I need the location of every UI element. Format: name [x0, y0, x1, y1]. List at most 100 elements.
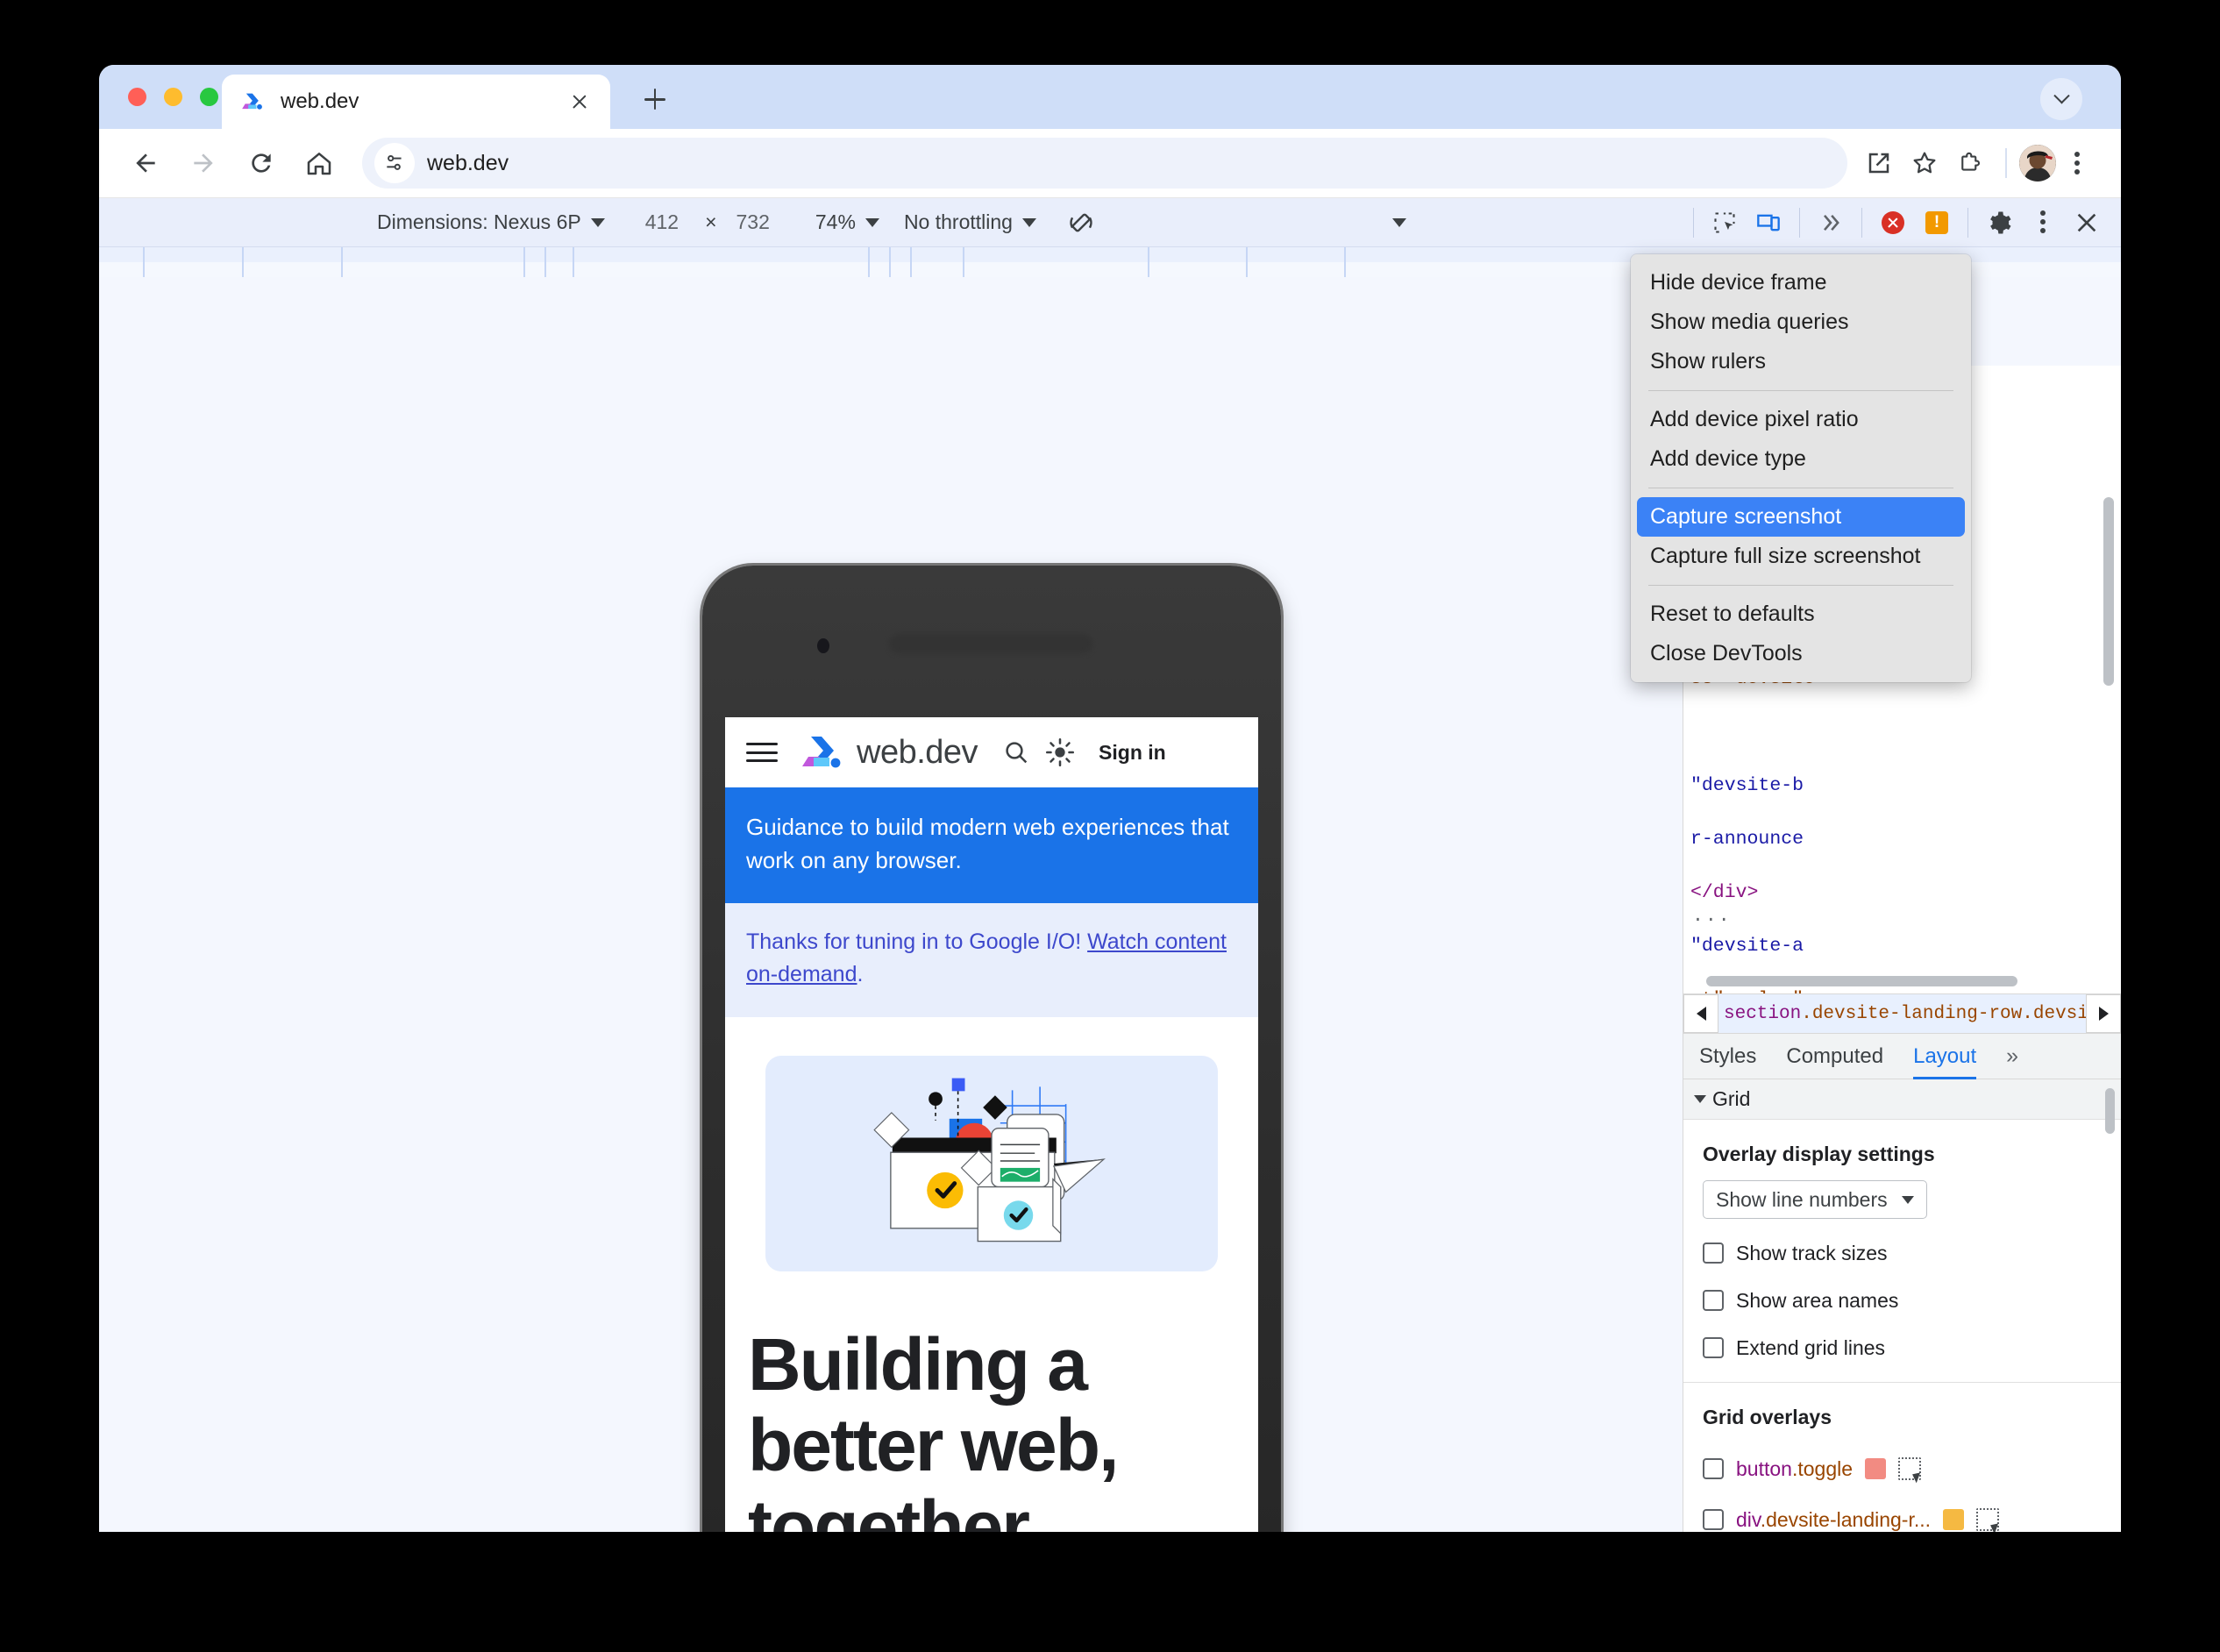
breadcrumb-next-button[interactable]	[2086, 994, 2121, 1033]
device-frame: web.dev Sign in Guidance to build modern…	[702, 566, 1281, 1532]
grid-overlay-row[interactable]: button.toggle	[1703, 1443, 2121, 1494]
throttling-label: No throttling	[903, 210, 1013, 233]
tune-icon[interactable]	[374, 143, 415, 183]
reload-icon[interactable]	[238, 139, 285, 187]
tab-styles[interactable]: Styles	[1699, 1034, 1756, 1079]
sign-in-button[interactable]: Sign in	[1099, 741, 1166, 765]
layout-panel: Grid Overlay display settings Show line …	[1683, 1079, 2121, 1532]
grid-overlay-row[interactable]: div.devsite-landing-r...	[1703, 1494, 2121, 1532]
tab-search-chevron-down-icon[interactable]	[2040, 78, 2082, 120]
chevron-down-icon	[1694, 1095, 1706, 1103]
dom-line: nt" role="	[1690, 989, 1804, 994]
toolbar-divider	[1799, 207, 1800, 238]
sun-icon[interactable]	[1041, 733, 1079, 772]
dom-gutter-ellipsis[interactable]: ...	[1692, 903, 1732, 930]
zoom-selector[interactable]: 74%	[815, 210, 879, 234]
site-name: web.dev	[857, 733, 978, 771]
panel-overflow-icon[interactable]	[1809, 201, 1853, 245]
menu-item-show-media-queries[interactable]: Show media queries	[1631, 303, 1971, 342]
error-badge[interactable]	[1871, 201, 1915, 245]
grid-overlay-color-swatch[interactable]	[1865, 1458, 1887, 1479]
minimize-window-button[interactable]	[164, 88, 182, 106]
search-icon[interactable]	[997, 733, 1035, 772]
screenshot-root: web.dev web.dev Dimensions: Nexus 6P 412…	[0, 0, 2220, 1652]
new-tab-button[interactable]	[637, 82, 672, 117]
puzzle-icon[interactable]	[1947, 140, 1993, 186]
section-divider	[1683, 1382, 2121, 1383]
close-devtools-icon[interactable]	[2065, 201, 2109, 245]
close-icon[interactable]	[565, 87, 594, 117]
menu-item-reset-to-defaults[interactable]: Reset to defaults	[1631, 595, 1971, 634]
grid-overlay-selector: div.devsite-landing-r...	[1736, 1507, 1932, 1531]
tab-layout[interactable]: Layout	[1913, 1034, 1976, 1079]
menu-item-capture-screenshot[interactable]: Capture screenshot	[1637, 497, 1965, 537]
breadcrumb-prev-button[interactable]	[1683, 994, 1718, 1033]
toolbar-divider	[1967, 207, 1968, 238]
device-toolbar-icon[interactable]	[1747, 201, 1790, 245]
chevron-down-icon	[590, 217, 605, 227]
show-area-names-row[interactable]: Show area names	[1703, 1277, 2121, 1324]
menu-item-capture-full-size-screenshot[interactable]: Capture full size screenshot	[1631, 537, 1971, 576]
chevron-down-icon	[865, 217, 879, 227]
grid-section-header[interactable]: Grid	[1683, 1079, 2121, 1120]
close-window-button[interactable]	[128, 88, 146, 106]
forward-arrow-icon[interactable]	[180, 139, 227, 187]
show-track-sizes-row[interactable]: Show track sizes	[1703, 1229, 2121, 1277]
grid-overlay-color-swatch[interactable]	[1943, 1509, 1965, 1530]
menu-item-show-rulers[interactable]: Show rulers	[1631, 342, 1971, 381]
address-bar[interactable]: web.dev	[362, 138, 1847, 189]
breadcrumb-selected-node[interactable]: section.devsite-landing-row.devsite	[1718, 1004, 2086, 1024]
share-icon[interactable]	[1856, 140, 1902, 186]
menu-item-add-device-pixel-ratio[interactable]: Add device pixel ratio	[1631, 400, 1971, 439]
select-element-icon[interactable]	[1976, 1508, 2000, 1531]
home-icon[interactable]	[295, 139, 343, 187]
line-numbers-select[interactable]: Show line numbers	[1703, 1180, 1927, 1219]
grid-overlay-selector: button.toggle	[1736, 1456, 1854, 1480]
dom-line: "devsite-a	[1690, 935, 1804, 957]
rotate-icon[interactable]	[1059, 201, 1103, 245]
grid-overlay-checkbox[interactable]	[1703, 1509, 1724, 1530]
maximize-window-button[interactable]	[200, 88, 218, 106]
viewport-height-input[interactable]: 732	[736, 210, 770, 234]
grid-overlay-checkbox[interactable]	[1703, 1458, 1724, 1479]
extend-grid-lines-checkbox[interactable]	[1703, 1337, 1724, 1358]
show-track-sizes-checkbox[interactable]	[1703, 1243, 1724, 1264]
browser-toolbar: web.dev	[99, 129, 2121, 198]
tab-computed[interactable]: Computed	[1786, 1034, 1883, 1079]
menu-item-add-device-type[interactable]: Add device type	[1631, 439, 1971, 479]
throttling-selector[interactable]: No throttling	[904, 210, 1036, 234]
hamburger-icon[interactable]	[746, 740, 778, 765]
viewport-width-input[interactable]: 412	[645, 210, 679, 234]
warning-badge[interactable]: !	[1915, 201, 1959, 245]
avatar[interactable]	[2019, 145, 2056, 182]
device-toolbar-overflow-caret[interactable]	[1391, 217, 1406, 227]
back-arrow-icon[interactable]	[122, 139, 169, 187]
site-header: web.dev Sign in	[725, 717, 1258, 787]
device-screen[interactable]: web.dev Sign in Guidance to build modern…	[725, 717, 1258, 1532]
star-icon[interactable]	[1902, 140, 1947, 186]
hero-banner: Guidance to build modern web experiences…	[725, 787, 1258, 904]
announcement-prefix: Thanks for tuning in to Google I/O!	[746, 929, 1088, 955]
dom-horizontal-scrollbar[interactable]	[1706, 976, 2017, 986]
window-controls[interactable]	[128, 88, 218, 106]
menu-item-hide-device-frame[interactable]: Hide device frame	[1631, 263, 1971, 303]
browser-tab[interactable]: web.dev	[222, 75, 610, 129]
device-selector-label: Dimensions: Nexus 6P	[377, 210, 581, 233]
gear-icon[interactable]	[1977, 201, 2021, 245]
phone-speaker	[889, 634, 1092, 653]
browser-menu-kebab-icon[interactable]	[2056, 142, 2098, 184]
devtools-menu-kebab-icon[interactable]	[2021, 201, 2065, 245]
extend-grid-lines-row[interactable]: Extend grid lines	[1703, 1324, 2121, 1371]
announcement-suffix: .	[857, 962, 864, 987]
inspect-icon[interactable]	[1703, 201, 1747, 245]
select-element-icon[interactable]	[1898, 1457, 1922, 1480]
dom-line: </div>	[1690, 881, 1759, 903]
menu-item-close-devtools[interactable]: Close DevTools	[1631, 634, 1971, 673]
dom-vertical-scrollbar[interactable]	[2103, 497, 2114, 686]
show-area-names-checkbox[interactable]	[1703, 1290, 1724, 1311]
layout-vertical-scrollbar[interactable]	[2105, 1088, 2115, 1134]
panel-tabs-overflow-icon[interactable]: »	[2006, 1043, 2018, 1069]
box-with-checkmarks-illustration	[765, 1055, 1218, 1271]
menu-separator	[1648, 585, 1953, 586]
device-selector[interactable]: Dimensions: Nexus 6P	[377, 210, 605, 234]
